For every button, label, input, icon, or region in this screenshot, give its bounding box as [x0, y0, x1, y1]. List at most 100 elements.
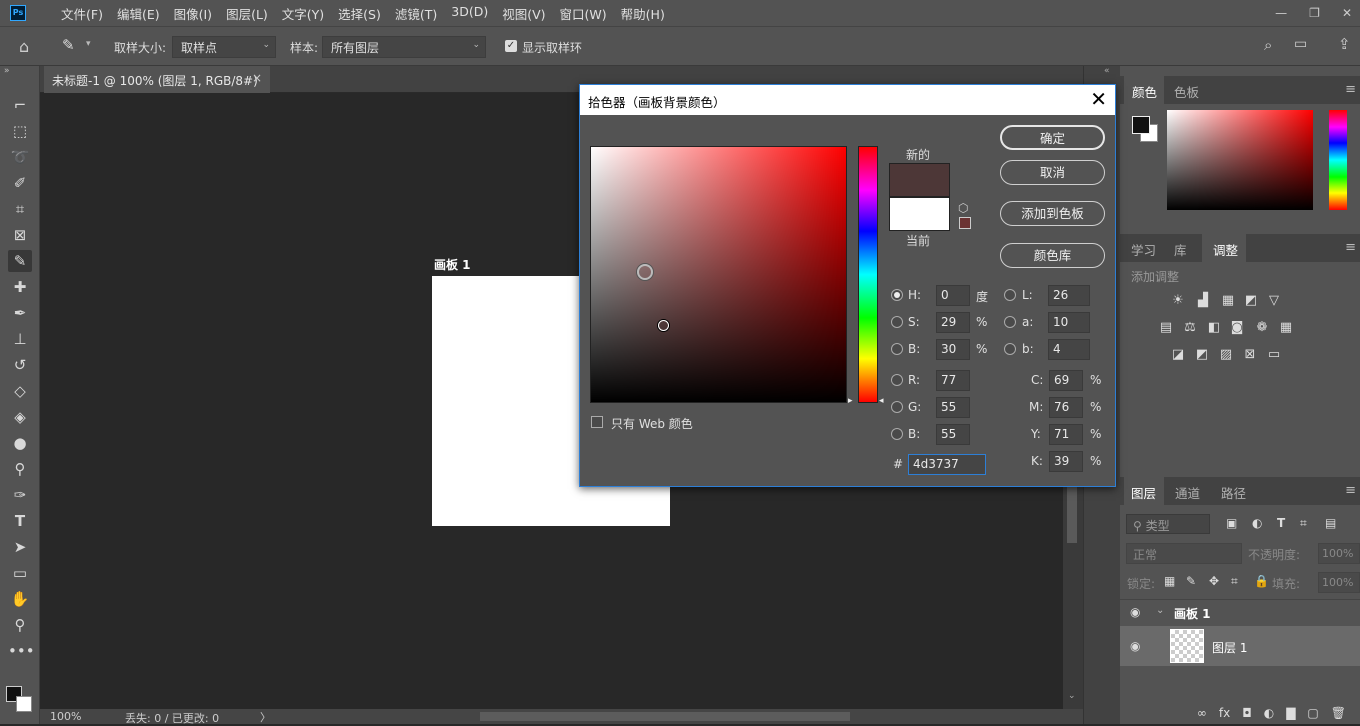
- c-input[interactable]: 69: [1049, 370, 1083, 391]
- more-tools-icon[interactable]: •••: [8, 640, 35, 662]
- artboard-label[interactable]: 画板 1: [434, 256, 471, 273]
- dock-collapse-icon[interactable]: «: [1104, 66, 1110, 76]
- visibility-eye-icon[interactable]: ◉: [1130, 605, 1140, 619]
- lock-all-icon[interactable]: 🔒: [1254, 574, 1269, 588]
- color-panel-foreground[interactable]: [1132, 116, 1150, 134]
- blend-mode-select[interactable]: 正常: [1126, 543, 1242, 564]
- eraser-tool-icon[interactable]: ◇: [8, 380, 32, 402]
- panel-menu-icon[interactable]: ≡: [1345, 240, 1356, 255]
- m-input[interactable]: 76: [1049, 397, 1083, 418]
- menu-item[interactable]: 3D(D): [444, 4, 495, 23]
- horizontal-scroll-thumb[interactable]: [480, 712, 850, 721]
- saturation-brightness-field[interactable]: [590, 146, 847, 403]
- background-color-swatch[interactable]: [16, 696, 32, 712]
- blue-input[interactable]: 55: [936, 424, 970, 445]
- vibrance-icon[interactable]: ▽: [1266, 294, 1282, 308]
- invert-icon[interactable]: ◪: [1170, 348, 1186, 362]
- g-input[interactable]: 55: [936, 397, 970, 418]
- l-input[interactable]: 26: [1048, 285, 1090, 306]
- zoom-level[interactable]: 100%: [50, 710, 81, 723]
- lock-artboard-icon[interactable]: ⌗: [1231, 574, 1238, 589]
- scroll-down-icon[interactable]: ⌄: [1068, 691, 1076, 701]
- home-icon[interactable]: ⌂: [19, 37, 29, 56]
- stamp-tool-icon[interactable]: ⊥: [8, 328, 32, 350]
- radio-a[interactable]: [1004, 316, 1016, 328]
- brush-tool-icon[interactable]: ✒: [8, 302, 32, 324]
- tab-paths[interactable]: 路径: [1221, 483, 1246, 502]
- menu-item[interactable]: 视图(V): [495, 4, 552, 23]
- status-menu-arrow-icon[interactable]: 〉: [260, 709, 271, 725]
- menu-item[interactable]: 编辑(E): [110, 4, 167, 23]
- hue-saturation-icon[interactable]: ▤: [1158, 321, 1174, 335]
- photo-filter-icon[interactable]: ◙: [1229, 321, 1245, 335]
- close-icon[interactable]: ✕: [1090, 87, 1107, 111]
- new-group-icon[interactable]: ▇: [1286, 702, 1295, 724]
- close-tab-icon[interactable]: ×: [252, 71, 262, 85]
- radio-blue[interactable]: [891, 428, 903, 440]
- filter-type-icon[interactable]: T: [1277, 516, 1285, 530]
- history-brush-tool-icon[interactable]: ↺: [8, 354, 32, 376]
- tab-color[interactable]: 颜色: [1132, 82, 1157, 101]
- current-color-swatch[interactable]: [889, 197, 950, 231]
- visibility-eye-icon[interactable]: ◉: [1130, 639, 1140, 653]
- healing-brush-tool-icon[interactable]: ✚: [8, 276, 32, 298]
- hue-slider-left-arrow-icon[interactable]: ▸: [848, 396, 853, 406]
- curves-icon[interactable]: ▦: [1220, 294, 1236, 308]
- color-panel-hue-slider[interactable]: [1329, 110, 1347, 210]
- lock-image-icon[interactable]: ✎: [1186, 574, 1196, 588]
- minimize-button[interactable]: —: [1275, 6, 1287, 20]
- color-libraries-button[interactable]: 颜色库: [1000, 243, 1105, 268]
- menu-item[interactable]: 文字(Y): [275, 4, 331, 23]
- rectangle-tool-icon[interactable]: ▭: [8, 562, 32, 584]
- tab-learn[interactable]: 学习: [1131, 240, 1156, 259]
- color-panel-field[interactable]: [1167, 110, 1313, 210]
- panel-menu-icon[interactable]: ≡: [1345, 483, 1356, 498]
- panel-collapse-icon[interactable]: »: [4, 66, 10, 76]
- pen-tool-icon[interactable]: ✑: [8, 484, 32, 506]
- radio-saturation[interactable]: [891, 316, 903, 328]
- black-white-icon[interactable]: ◧: [1206, 321, 1222, 335]
- s-input[interactable]: 29: [936, 312, 970, 333]
- hex-input[interactable]: 4d3737: [908, 454, 986, 475]
- blur-tool-icon[interactable]: ●: [8, 432, 32, 454]
- color-balance-icon[interactable]: ⚖: [1182, 321, 1198, 335]
- filter-shape-icon[interactable]: ⌗: [1300, 516, 1307, 531]
- lock-transparent-icon[interactable]: ▦: [1164, 574, 1175, 588]
- tab-libraries[interactable]: 库: [1174, 240, 1187, 259]
- quick-select-tool-icon[interactable]: ✐: [8, 172, 32, 194]
- fill-input[interactable]: 100%: [1318, 572, 1360, 593]
- marquee-tool-icon[interactable]: ⬚: [8, 120, 32, 142]
- brightness-icon[interactable]: ☀: [1170, 294, 1186, 308]
- menu-item[interactable]: 图层(L): [219, 4, 275, 23]
- b-lab-input[interactable]: 4: [1048, 339, 1090, 360]
- color-cursor-marker[interactable]: [658, 320, 669, 331]
- hand-tool-icon[interactable]: ✋: [8, 588, 32, 610]
- frame-tool-icon[interactable]: ⊠: [8, 224, 32, 246]
- lock-position-icon[interactable]: ✥: [1209, 574, 1219, 588]
- paint-bucket-tool-icon[interactable]: ◈: [8, 406, 32, 428]
- layer-filter-input[interactable]: ⚲ 类型: [1126, 514, 1210, 534]
- selective-color-icon[interactable]: ⊠: [1242, 348, 1258, 362]
- restore-button[interactable]: ❐: [1309, 6, 1320, 20]
- sample-size-select[interactable]: 取样点 ⌄: [172, 36, 276, 58]
- gradient-map-icon[interactable]: ▭: [1266, 348, 1282, 362]
- web-only-checkbox[interactable]: [591, 416, 603, 428]
- crop-tool-icon[interactable]: ⌗: [8, 198, 32, 220]
- levels-icon[interactable]: ▟: [1195, 294, 1211, 308]
- radio-hue[interactable]: [891, 289, 903, 301]
- filter-smart-object-icon[interactable]: ▤: [1325, 516, 1336, 530]
- hue-slider[interactable]: [858, 146, 878, 403]
- sample-select[interactable]: 所有图层 ⌄: [322, 36, 486, 58]
- web-safe-swatch[interactable]: [959, 217, 971, 229]
- tab-adjustments[interactable]: 调整: [1213, 240, 1238, 259]
- delete-layer-icon[interactable]: 🗑: [1331, 702, 1346, 724]
- expand-chevron-icon[interactable]: ⌄: [1156, 605, 1164, 616]
- y-input[interactable]: 71: [1049, 424, 1083, 445]
- threshold-icon[interactable]: ▨: [1218, 348, 1234, 362]
- layer-row-artboard[interactable]: ◉ ⌄ 画板 1: [1120, 599, 1360, 625]
- radio-red[interactable]: [891, 374, 903, 386]
- color-lookup-icon[interactable]: ▦: [1278, 321, 1294, 335]
- tab-layers[interactable]: 图层: [1131, 483, 1156, 502]
- b-input[interactable]: 30: [936, 339, 970, 360]
- posterize-icon[interactable]: ◩: [1194, 348, 1210, 362]
